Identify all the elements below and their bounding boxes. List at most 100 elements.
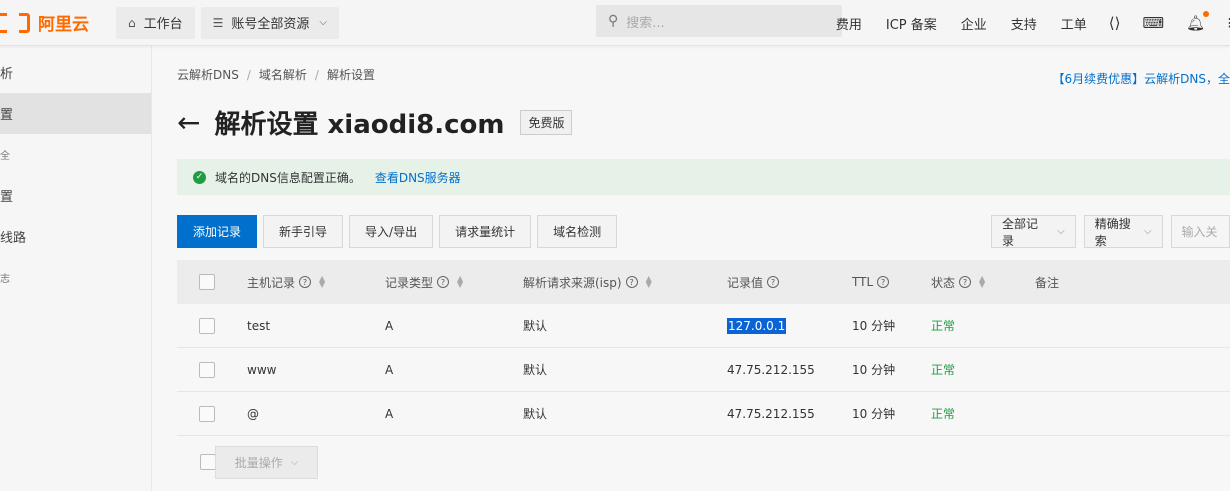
help-icon[interactable]: ? — [437, 276, 450, 288]
help-icon[interactable]: ? — [767, 276, 780, 288]
nav-link-enterprise[interactable]: 企业 — [961, 14, 987, 33]
page-title: 解析设置 xiaodi8.com — [214, 110, 505, 140]
select-all-checkbox[interactable] — [199, 274, 215, 290]
col-value: 记录值? — [727, 274, 780, 291]
record-filter-value: 全部记录 — [1002, 216, 1039, 248]
checkbox[interactable] — [200, 454, 216, 470]
resources-dropdown[interactable]: ☰ 账号全部资源 ⌵ — [200, 6, 340, 39]
sidebar-item-logs[interactable]: 志 — [0, 257, 151, 298]
chevron-down-icon: ⌵ — [319, 17, 328, 28]
breadcrumb-item-current: 解析设置 — [326, 68, 375, 82]
back-arrow-icon[interactable]: ← — [177, 106, 200, 139]
row-checkbox[interactable] — [199, 405, 215, 422]
ttl-cell: 10 分钟 — [852, 319, 896, 333]
row-checkbox[interactable] — [199, 361, 215, 378]
col-ttl: TTL? — [852, 275, 890, 289]
nav-link-billing[interactable]: 费用 — [836, 14, 862, 33]
sort-icon[interactable]: ▲ ▼ — [979, 275, 985, 289]
breadcrumb-separator: / — [314, 68, 319, 82]
status-cell: 正常 — [931, 407, 956, 421]
workbench-label: 工作台 — [143, 17, 183, 32]
host-cell: www — [247, 362, 277, 377]
nav-link-ticket[interactable]: 工单 — [1061, 14, 1087, 33]
workbench-button[interactable]: ⌂ 工作台 — [116, 6, 195, 39]
value-cell: 47.75.212.155 — [727, 406, 815, 421]
dns-status-alert: ✓ 域名的DNS信息配置正确。 查看DNS服务器 — [177, 159, 1230, 195]
type-cell: A — [385, 362, 394, 377]
host-cell: test — [247, 318, 271, 333]
sidebar-item-security[interactable]: 全 — [0, 134, 151, 175]
domain-check-button[interactable]: 域名检测 — [537, 215, 618, 248]
records-table: 主机记录? ▲ ▼ 记录类型? ▲ ▼ 解析请求来源(isp)? ▲ ▼ 记录值? TTL?… — [177, 260, 1230, 436]
checkbox[interactable] — [199, 274, 215, 290]
help-icon[interactable]: ? — [959, 276, 972, 288]
table-row: test A 默认 127.0.0.1 10 分钟 正常 — [177, 304, 1230, 348]
value-cell: 47.75.212.155 — [727, 362, 815, 377]
nav-link-support[interactable]: 支持 — [1011, 14, 1037, 33]
breadcrumb-separator: / — [246, 68, 251, 82]
import-export-button[interactable]: 导入/导出 — [349, 215, 434, 248]
aliyun-logo[interactable]: 阿里云 — [0, 0, 110, 46]
col-isp-label: 解析请求来源(isp) — [523, 275, 622, 290]
topbar-right: 费用 ICP 备案 企业 支持 工单 ⟨⟩ ⌨ 🔔︎ ⁝ — [812, 0, 1230, 46]
record-search-input[interactable]: 输入关 — [1170, 215, 1230, 248]
chevron-down-icon: ⌵ — [1057, 226, 1065, 237]
bell-icon[interactable]: 🔔︎ — [1186, 11, 1210, 32]
sort-icon[interactable]: ▲ ▼ — [457, 275, 463, 289]
breadcrumb-item-dns[interactable]: 云解析DNS — [177, 68, 239, 82]
col-status[interactable]: 状态? ▲ ▼ — [931, 274, 985, 291]
value-cell[interactable]: 127.0.0.1 — [727, 317, 787, 334]
request-stats-button[interactable]: 请求量统计 — [439, 215, 532, 248]
list-icon: ☰ — [212, 15, 224, 30]
ttl-cell: 10 分钟 — [852, 407, 896, 421]
sidebar-item-config[interactable]: 置 — [0, 175, 151, 216]
breadcrumb: 云解析DNS / 域名解析 / 解析设置 — [177, 66, 375, 83]
status-cell: 正常 — [931, 363, 956, 377]
col-host[interactable]: 主机记录? ▲ ▼ — [247, 274, 325, 291]
notification-dot — [1203, 11, 1210, 17]
help-icon[interactable]: ? — [625, 276, 638, 288]
nav-link-icp[interactable]: ICP 备案 — [886, 14, 937, 33]
terminal-icon[interactable]: ⌨ — [1143, 14, 1165, 32]
search-mode-value: 精确搜索 — [1094, 216, 1131, 248]
col-type[interactable]: 记录类型? ▲ ▼ — [385, 274, 463, 291]
col-ttl-label: TTL — [852, 275, 874, 289]
chevron-down-icon: ⌵ — [290, 457, 299, 468]
sidebar-item-lines[interactable]: 线路 — [0, 216, 151, 257]
promo-banner-link[interactable]: 【6月续费优惠】云解析DNS，全 — [1053, 70, 1230, 87]
sort-icon[interactable]: ▲ ▼ — [319, 275, 325, 289]
sort-icon[interactable]: ▲ ▼ — [646, 275, 652, 289]
help-icon[interactable]: ? — [299, 276, 312, 288]
sidebar-item-settings[interactable]: 置 — [0, 93, 151, 134]
search-mode-select[interactable]: 精确搜索 ⌵ — [1083, 215, 1163, 248]
isp-cell: 默认 — [523, 363, 548, 377]
col-remark-label: 备注 — [1035, 275, 1060, 290]
global-search-input[interactable]: ⚲ 搜索... — [596, 5, 842, 37]
add-record-button[interactable]: 添加记录 — [177, 215, 258, 248]
row-checkbox[interactable] — [199, 317, 215, 334]
col-remark: 备注 — [1035, 274, 1059, 291]
code-icon[interactable]: ⟨⟩ — [1109, 14, 1121, 32]
type-cell: A — [385, 318, 394, 333]
col-isp[interactable]: 解析请求来源(isp)? ▲ ▼ — [523, 274, 652, 291]
isp-cell: 默认 — [523, 407, 548, 421]
guide-button[interactable]: 新手引导 — [263, 215, 344, 248]
breadcrumb-item-domain[interactable]: 域名解析 — [259, 68, 307, 82]
alert-message: 域名的DNS信息配置正确。 — [215, 170, 361, 185]
table-row: @ A 默认 47.75.212.155 10 分钟 正常 — [177, 392, 1230, 436]
ttl-cell: 10 分钟 — [852, 363, 896, 377]
batch-select-checkbox[interactable] — [200, 454, 216, 470]
record-filter-select[interactable]: 全部记录 ⌵ — [991, 215, 1076, 248]
col-host-label: 主机记录 — [247, 275, 296, 290]
table-row: www A 默认 47.75.212.155 10 分钟 正常 — [177, 348, 1230, 392]
view-dns-servers-link[interactable]: 查看DNS服务器 — [375, 169, 461, 186]
col-type-label: 记录类型 — [385, 275, 434, 290]
filter-bar: 全部记录 ⌵ 精确搜索 ⌵ 输入关 — [991, 215, 1230, 248]
help-icon[interactable]: ? — [877, 276, 890, 288]
batch-action-button[interactable]: 批量操作 ⌵ — [215, 446, 318, 479]
title-row: ← 解析设置 xiaodi8.com 免费版 — [177, 104, 573, 141]
col-value-label: 记录值 — [727, 275, 764, 290]
logo-text: 阿里云 — [38, 15, 89, 35]
logo-mark-icon — [0, 12, 30, 36]
sidebar-item-analysis[interactable]: 析 — [0, 52, 151, 93]
